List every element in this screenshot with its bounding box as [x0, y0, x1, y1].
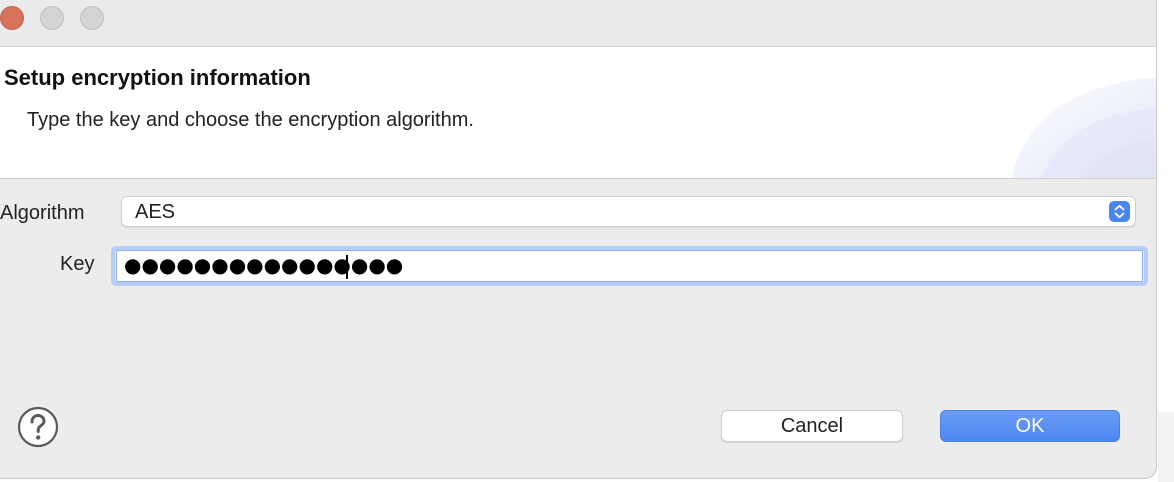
question-mark-circle-icon [17, 406, 59, 448]
page-title: Setup encryption information [4, 65, 311, 90]
close-window-button[interactable] [0, 6, 24, 30]
ok-button[interactable]: OK [940, 410, 1120, 442]
dialog-header: Setup encryption information Type the ke… [0, 47, 1156, 179]
background-strip [1158, 412, 1174, 482]
cancel-button[interactable]: Cancel [721, 410, 903, 442]
key-password-field[interactable]: ●●●●●●●●●●●●●●●● [116, 250, 1143, 282]
page-description: Type the key and choose the encryption a… [27, 109, 474, 131]
chevron-up-down-icon[interactable] [1109, 201, 1130, 222]
algorithm-select[interactable]: AES [121, 196, 1136, 227]
help-button[interactable] [17, 406, 59, 448]
header-decoration-icon [1011, 77, 1156, 178]
minimize-window-button[interactable] [40, 6, 64, 30]
key-masked-value: ●●●●●●●●●●●●●●●● [124, 253, 404, 277]
text-caret [346, 255, 348, 279]
algorithm-label: Algorithm [0, 202, 85, 224]
key-label: Key [60, 253, 95, 275]
algorithm-selected-value: AES [135, 201, 176, 223]
dialog-window: Setup encryption information Type the ke… [0, 0, 1157, 479]
zoom-window-button[interactable] [80, 6, 104, 30]
title-bar [0, 0, 1156, 47]
